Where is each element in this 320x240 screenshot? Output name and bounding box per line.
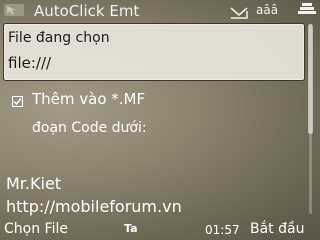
add-mf-checkbox-label[interactable]: Thêm vào *.MF [32, 90, 145, 108]
battery-icon [298, 2, 316, 22]
selected-file-panel[interactable]: File đang chọn [3, 23, 305, 81]
start-softkey[interactable]: Bắt đầu [250, 221, 304, 237]
file-path-input[interactable] [8, 54, 288, 72]
status-bar: AutoClick Emt aââ [0, 0, 320, 22]
code-label: đoạn Code dưới: [32, 120, 147, 136]
checkbox-checked-icon[interactable] [12, 92, 23, 107]
clock: 01:57 [205, 223, 240, 237]
app-title: AutoClick Emt [34, 2, 140, 20]
scrollbar-thumb[interactable] [308, 24, 313, 134]
softkey-bar: Chọn File Ta 01:57 Bắt đầu [0, 218, 320, 240]
envelope-icon [230, 4, 248, 23]
input-mode-indicator: Ta [124, 222, 138, 235]
website-link[interactable]: http://mobileforum.vn [6, 197, 182, 216]
author-name: Mr.Kiet [6, 174, 62, 193]
choose-file-softkey[interactable]: Chọn File [4, 221, 68, 237]
app-menu-icon[interactable] [2, 1, 26, 23]
selected-file-label: File đang chọn [8, 30, 110, 46]
signal-indicator: aââ [256, 3, 279, 17]
